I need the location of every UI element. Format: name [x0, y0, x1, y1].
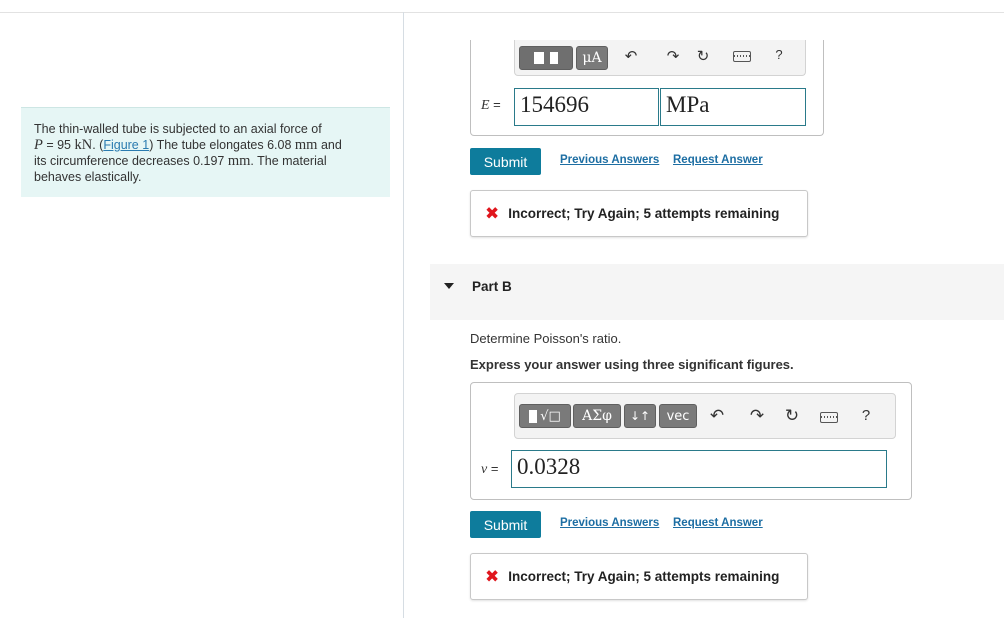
- template-block-icon: [534, 52, 544, 64]
- part-a-equals: =: [489, 97, 501, 112]
- undo-icon[interactable]: ↶: [707, 406, 727, 426]
- force-equals: = 95: [42, 138, 75, 152]
- help-icon[interactable]: ?: [856, 405, 876, 425]
- part-a-variable: E: [481, 98, 490, 113]
- top-rule: [0, 12, 1004, 13]
- part-b-toolbar: √□ ΑΣφ ↓↑ vec ↶ ↷ ↻ ?: [514, 393, 896, 439]
- part-a-request-answer-link[interactable]: Request Answer: [673, 154, 763, 166]
- sqrt-icon: √□: [540, 408, 561, 424]
- circumference-unit: mm: [227, 153, 251, 169]
- problem-line-1: The thin-walled tube is subjected to an …: [34, 122, 322, 136]
- circumference-text: its circumference decreases 0.197: [34, 154, 228, 168]
- redo-icon[interactable]: ↷: [747, 406, 767, 426]
- part-b-variable-label: ν =: [481, 461, 498, 478]
- problem-line-2: P = 95 kN. (Figure 1) The tube elongates…: [34, 137, 378, 153]
- collapse-caret-icon[interactable]: [444, 283, 454, 289]
- problem-statement: The thin-walled tube is subjected to an …: [21, 107, 390, 197]
- problem-line-3: its circumference decreases 0.197 mm. Th…: [34, 153, 378, 169]
- elongation-unit: mm: [294, 137, 318, 153]
- help-label: ?: [861, 406, 871, 424]
- template-block-icon: [529, 409, 538, 423]
- help-icon[interactable]: ?: [769, 44, 789, 64]
- part-b-feedback: ✖ Incorrect; Try Again; 5 attempts remai…: [470, 553, 808, 600]
- arrows-label: ↓↑: [629, 409, 651, 423]
- part-b-equals: =: [487, 461, 499, 476]
- units-label: μA: [582, 50, 602, 66]
- units-button[interactable]: μA: [576, 46, 608, 70]
- part-b-submit-button[interactable]: Submit: [470, 511, 541, 538]
- help-label: ?: [775, 46, 783, 62]
- arrows-button[interactable]: ↓↑: [624, 404, 656, 428]
- part-a-feedback-text: Incorrect; Try Again; 5 attempts remaini…: [508, 206, 780, 221]
- part-a-submit-button[interactable]: Submit: [470, 148, 541, 175]
- part-a-toolbar: μA ↶ ↷ ↻ ?: [514, 40, 806, 76]
- reset-icon[interactable]: ↻: [693, 46, 713, 66]
- vec-label: vec: [666, 408, 690, 424]
- undo-icon[interactable]: ↶: [621, 46, 641, 66]
- part-b-request-answer-link[interactable]: Request Answer: [673, 517, 763, 529]
- templates-button[interactable]: [519, 46, 573, 70]
- reset-icon[interactable]: ↻: [782, 406, 802, 426]
- material-text: . The material: [250, 154, 327, 168]
- part-a-unit-input[interactable]: MPa: [660, 88, 806, 126]
- and-text: and: [317, 138, 342, 152]
- force-unit: kN: [74, 137, 93, 153]
- template-slot-icon: [550, 52, 558, 64]
- template-button[interactable]: √□: [519, 404, 571, 428]
- figure-link[interactable]: Figure 1: [103, 138, 149, 152]
- part-b-instruction: Express your answer using three signific…: [470, 357, 794, 372]
- elongation-text: ) The tube elongates 6.08: [149, 138, 295, 152]
- force-variable: P: [34, 137, 43, 153]
- greek-button[interactable]: ΑΣφ: [573, 404, 621, 428]
- part-b-prompt: Determine Poisson's ratio.: [470, 331, 622, 346]
- incorrect-x-icon: ✖: [485, 566, 500, 586]
- part-a-feedback: ✖ Incorrect; Try Again; 5 attempts remai…: [470, 190, 808, 237]
- problem-line-4: behaves elastically.: [34, 170, 142, 184]
- part-b-previous-answers-link[interactable]: Previous Answers: [560, 517, 659, 529]
- part-b-feedback-text: Incorrect; Try Again; 5 attempts remaini…: [508, 569, 780, 584]
- force-sep: . (: [92, 138, 104, 152]
- part-b-value-input[interactable]: 0.0328: [511, 450, 887, 488]
- column-divider: [403, 12, 404, 618]
- part-a-variable-label: E =: [481, 97, 501, 114]
- part-b-title[interactable]: Part B: [472, 279, 512, 294]
- part-a-value-input[interactable]: 154696: [514, 88, 659, 126]
- keyboard-icon[interactable]: [820, 412, 838, 423]
- part-a-previous-answers-link[interactable]: Previous Answers: [560, 154, 659, 166]
- keyboard-icon[interactable]: [733, 51, 751, 62]
- incorrect-x-icon: ✖: [485, 203, 500, 223]
- vec-button[interactable]: vec: [659, 404, 697, 428]
- greek-label: ΑΣφ: [582, 408, 612, 424]
- redo-icon[interactable]: ↷: [663, 46, 683, 66]
- part-b-header[interactable]: [430, 264, 1004, 320]
